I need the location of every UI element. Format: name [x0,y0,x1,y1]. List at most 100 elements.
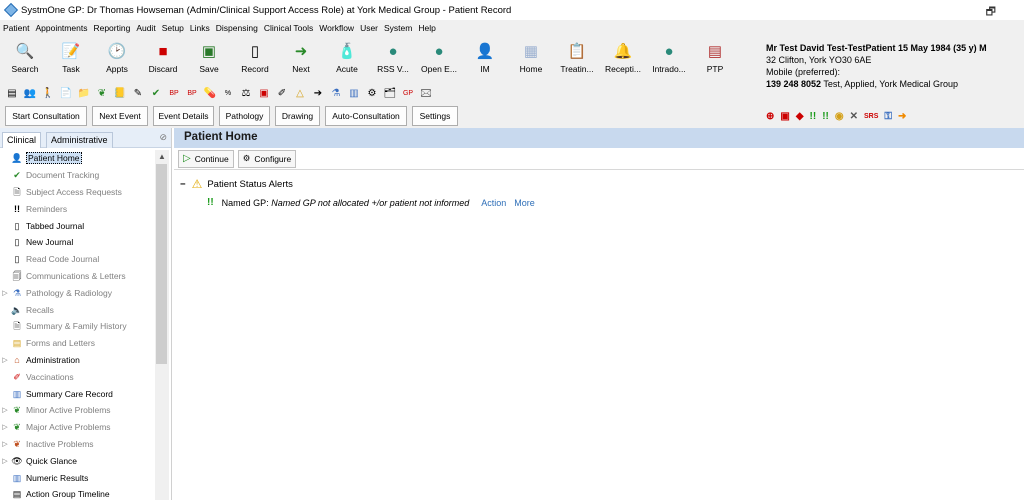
bandage-icon[interactable]: ◆ [796,111,804,122]
auto-consultation-button[interactable]: Auto-Consultation [325,106,407,126]
alert-exclaim-icon[interactable]: !! [810,111,817,122]
pen-icon[interactable]: ✎ [131,87,145,100]
warning-icon[interactable]: △ [293,87,307,100]
configure-button[interactable]: ⚙ Configure [237,149,297,168]
report-icon[interactable]: ▣ [257,87,271,100]
start-consultation-button[interactable]: Start Consultation [5,106,87,126]
treatment-button[interactable]: 📋 Treatin... [555,36,599,82]
alerts-section-header[interactable]: − ⚠ Patient Status Alerts [180,177,1024,191]
user-add-icon[interactable]: 👥 [23,87,37,100]
medkit-icon[interactable]: ⊕ [766,111,774,122]
bp-chart-icon[interactable]: BP [185,87,199,100]
menu-system[interactable]: System [384,23,412,33]
drawing-button[interactable]: Drawing [275,106,320,126]
nav-item-communications-letters[interactable]: 🗐 Communications & Letters [0,268,156,285]
stack-icon[interactable]: 🗂 [383,87,397,100]
letter-icon[interactable]: 🖂 [419,87,433,100]
task-button[interactable]: 📝 Task [49,36,93,82]
notes-icon[interactable]: 📄 [59,87,73,100]
dose-icon[interactable]: % [221,87,235,100]
nav-item-inactive-problems[interactable]: ▷ ❦ Inactive Problems [0,436,156,453]
nav-item-forms-letters[interactable]: ▤ Forms and Letters [0,335,156,352]
nav-item-recalls[interactable]: 🔈 Recalls [0,301,156,318]
event-details-button[interactable]: Event Details [153,106,214,126]
expand-arrow-icon[interactable]: ▷ [0,289,10,297]
next-event-button[interactable]: Next Event [92,106,148,126]
menu-patient[interactable]: Patient [3,23,29,33]
calendar-icon[interactable]: ▤ [5,87,19,100]
alert-exclaim-2-icon[interactable]: !! [822,111,829,122]
menu-clinical-tools[interactable]: Clinical Tools [264,23,313,33]
nav-item-reminders[interactable]: !! Reminders [0,200,156,217]
expand-arrow-icon[interactable]: ▷ [0,423,10,431]
nav-item-numeric-results[interactable]: ▥ Numeric Results [0,469,156,486]
acute-button[interactable]: 🧴 Acute [325,36,369,82]
nav-item-read-code-journal[interactable]: ▯ Read Code Journal [0,251,156,268]
search-button[interactable]: 🔍 Search [3,36,47,82]
bp-icon[interactable]: BP [167,87,181,100]
alert-action-link[interactable]: Action [481,198,506,208]
menu-user[interactable]: User [360,23,378,33]
forward-arrow-icon[interactable]: ➜ [898,111,906,122]
home-button[interactable]: ▦ Home [509,36,553,82]
menu-dispensing[interactable]: Dispensing [216,23,258,33]
menu-links[interactable]: Links [190,23,210,33]
scales-icon[interactable]: ⚖ [239,87,253,100]
record-button[interactable]: ▯ Record [233,36,277,82]
nav-item-major-active-problems[interactable]: ▷ ❦ Major Active Problems [0,419,156,436]
nav-item-tabbed-journal[interactable]: ▯ Tabbed Journal [0,217,156,234]
key-icon[interactable]: ⚿ [884,111,892,122]
appts-button[interactable]: 🕑 Appts [95,36,139,82]
menu-workflow[interactable]: Workflow [319,23,354,33]
leaf-icon[interactable]: ❦ [95,87,109,100]
tab-clinical[interactable]: Clinical [2,132,42,148]
expand-arrow-icon[interactable]: ▷ [0,440,10,448]
nav-item-quick-glance[interactable]: ▷ 👁 Quick Glance [0,452,156,469]
nav-item-minor-active-problems[interactable]: ▷ ❦ Minor Active Problems [0,402,156,419]
book-icon[interactable]: 📒 [113,87,127,100]
arrow-right-icon[interactable]: ➔ [311,87,325,100]
gears-icon[interactable]: ⚙ [365,87,379,100]
pathology-button[interactable]: Pathology [219,106,270,126]
monitor-icon[interactable]: ▣ [780,111,789,122]
intrado-button[interactable]: ● Intrado... [647,36,691,82]
gp-icon[interactable]: GP [401,87,415,100]
tick-icon[interactable]: ✔ [149,87,163,100]
im-button[interactable]: 👤 IM [463,36,507,82]
tablets-icon[interactable]: 💊 [203,87,217,100]
nav-item-document-tracking[interactable]: ✔ Document Tracking [0,167,156,184]
save-button[interactable]: ▣ Save [187,36,231,82]
nav-item-new-journal[interactable]: ▯ New Journal [0,234,156,251]
scrollbar-thumb[interactable] [156,164,167,364]
menu-reporting[interactable]: Reporting [93,23,130,33]
reception-button[interactable]: 🔔 Recepti... [601,36,645,82]
nav-item-action-group-timeline[interactable]: ▤ Action Group Timeline [0,486,156,500]
scroll-up-icon[interactable]: ▲ [155,150,169,163]
nav-item-patient-home[interactable]: 👤 Patient Home [0,150,156,167]
edit-icon[interactable]: ✐ [275,87,289,100]
figure-icon[interactable]: 🚶 [41,87,55,100]
menu-audit[interactable]: Audit [136,23,155,33]
nav-scrollbar[interactable]: ▲ [155,150,169,500]
ptp-button[interactable]: ▤ PTP [693,36,737,82]
nav-item-vaccinations[interactable]: ✐ Vaccinations [0,368,156,385]
expand-arrow-icon[interactable]: ▷ [0,406,10,414]
collapse-icon[interactable]: − [180,179,186,190]
folder-icon[interactable]: 📁 [77,87,91,100]
menu-help[interactable]: Help [418,23,435,33]
flask-icon[interactable]: ⚗ [329,87,343,100]
tab-administrative[interactable]: Administrative [46,132,113,148]
bar-chart-icon[interactable]: ▥ [347,87,361,100]
settings-button[interactable]: Settings [412,106,458,126]
discard-button[interactable]: ■ Discard [141,36,185,82]
nav-item-subject-access-requests[interactable]: 🗎 Subject Access Requests [0,184,156,201]
menu-setup[interactable]: Setup [162,23,184,33]
alert-more-link[interactable]: More [514,198,535,208]
expand-arrow-icon[interactable]: ▷ [0,457,10,465]
pin-icon[interactable]: ⊘ [159,132,167,143]
cross-icon[interactable]: ✕ [850,111,858,122]
next-button[interactable]: ➜ Next [279,36,323,82]
nav-item-administration[interactable]: ▷ ⌂ Administration [0,352,156,369]
nav-item-summary-care-record[interactable]: ▥ Summary Care Record [0,385,156,402]
srs-icon[interactable]: SRS [864,113,878,120]
